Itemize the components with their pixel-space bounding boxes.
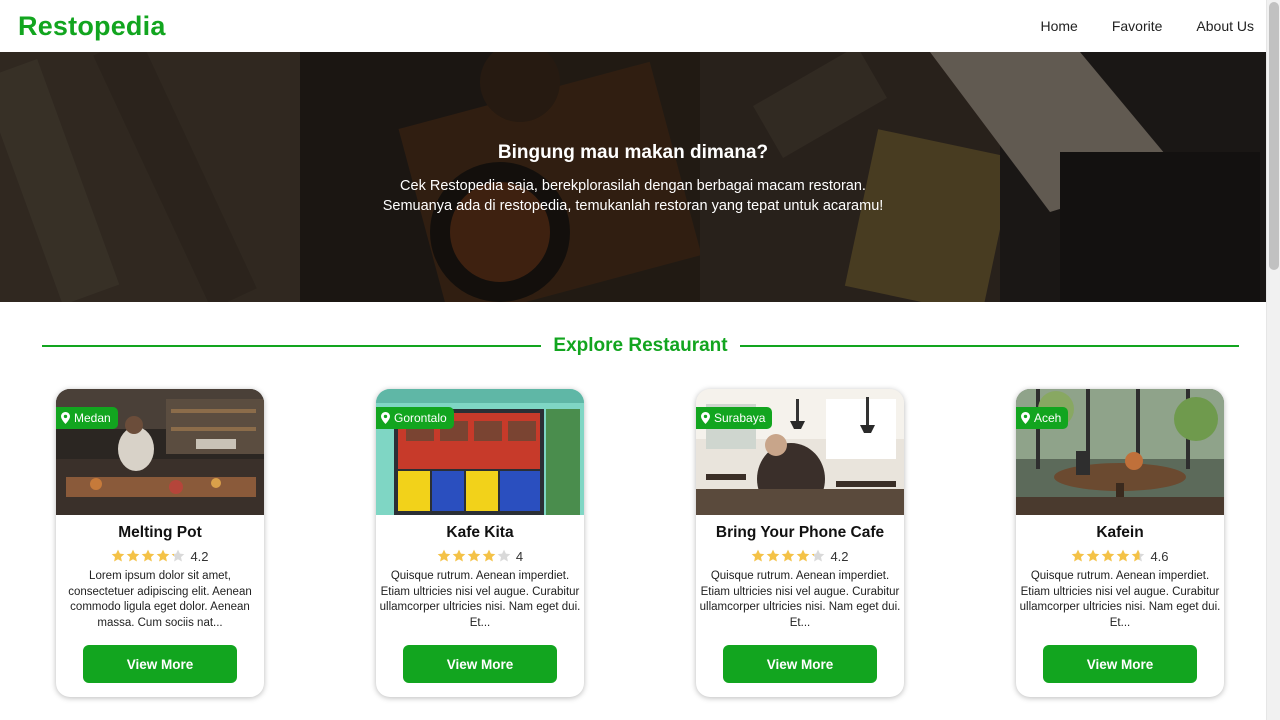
- hero-text-line-2: Semuanya ada di restopedia, temukanlah r…: [382, 198, 884, 214]
- scrollbar-thumb[interactable]: [1269, 2, 1279, 270]
- restaurant-card[interactable]: Surabaya Bring Your Phone Cafe 4.2 Quisq…: [696, 389, 904, 697]
- restaurant-description: Quisque rutrum. Aenean imperdiet. Etiam …: [1019, 570, 1221, 629]
- star-icon: [127, 549, 140, 562]
- divider-right: [739, 345, 1240, 347]
- rating-value: 4.6: [1150, 548, 1169, 564]
- brand-logo[interactable]: Restopedia: [18, 11, 166, 42]
- view-more-button[interactable]: View More: [83, 645, 237, 683]
- explore-heading: Explore Restaurant: [42, 333, 1240, 359]
- city-badge: Medan: [56, 407, 118, 429]
- nav-favorite[interactable]: Favorite: [1095, 0, 1180, 52]
- city-label: Medan: [74, 411, 111, 425]
- star-icon: [172, 549, 185, 562]
- restaurant-name: Bring Your Phone Cafe: [715, 524, 885, 541]
- hero-text-line-1: Cek Restopedia saja, berekplorasilah den…: [400, 178, 866, 194]
- rating-value: 4.2: [190, 548, 209, 564]
- star-icon: [497, 549, 511, 562]
- restaurant-name: Kafein: [1096, 524, 1144, 541]
- city-label: Aceh: [1034, 411, 1062, 425]
- city-badge: Gorontalo: [376, 407, 454, 429]
- restaurant-description: Quisque rutrum. Aenean imperdiet. Etiam …: [699, 570, 901, 629]
- page-scrollbar[interactable]: [1266, 0, 1280, 720]
- rating-value: 4: [515, 548, 524, 564]
- restaurant-image: Medan: [56, 389, 264, 515]
- section-title: Explore Restaurant: [553, 335, 728, 356]
- rating-stars: [751, 549, 825, 563]
- restaurant-card[interactable]: Medan Melting Pot 4.2 Lorem ipsum dolor …: [56, 389, 264, 697]
- star-icon: [767, 549, 780, 562]
- star-icon: [1102, 549, 1115, 562]
- star-icon: [482, 549, 496, 562]
- star-icon: [1132, 549, 1145, 562]
- star-icon: [112, 549, 125, 562]
- restaurant-name: Kafe Kita: [446, 524, 514, 541]
- city-badge: Aceh: [1016, 407, 1069, 429]
- star-icon: [467, 549, 481, 562]
- city-label: Surabaya: [714, 411, 766, 425]
- view-more-button[interactable]: View More: [403, 645, 557, 683]
- star-icon: [437, 549, 451, 562]
- city-badge: Surabaya: [696, 407, 773, 429]
- hero-content: Bingung mau makan dimana? Cek Restopedia…: [0, 142, 1266, 216]
- hero-title: Bingung mau makan dimana?: [497, 142, 769, 163]
- restaurant-rating: 4: [376, 548, 584, 564]
- divider-left: [42, 345, 542, 347]
- rating-value: 4.2: [830, 548, 849, 564]
- restaurant-rating: 4.6: [1016, 548, 1224, 564]
- restaurant-name: Melting Pot: [118, 524, 202, 541]
- rating-stars: [111, 549, 185, 563]
- star-icon: [782, 549, 795, 562]
- star-icon: [1117, 549, 1130, 562]
- star-icon: [1087, 549, 1100, 562]
- view-more-button[interactable]: View More: [723, 645, 877, 683]
- star-icon: [812, 549, 825, 562]
- restaurant-card[interactable]: Aceh Kafein 4.6 Quisque rutrum. Aenean i…: [1016, 389, 1224, 697]
- restaurant-rating: 4.2: [696, 548, 904, 564]
- city-label: Gorontalo: [394, 411, 447, 425]
- main-nav: Home Favorite About Us: [1023, 0, 1254, 52]
- restaurant-image: Gorontalo: [376, 389, 584, 515]
- hero-banner: Bingung mau makan dimana? Cek Restopedia…: [0, 52, 1266, 302]
- nav-home[interactable]: Home: [1023, 0, 1094, 52]
- map-pin-icon: [381, 412, 390, 424]
- nav-about-us[interactable]: About Us: [1179, 0, 1254, 52]
- restaurant-description: Quisque rutrum. Aenean imperdiet. Etiam …: [379, 570, 581, 629]
- star-icon: [452, 549, 466, 562]
- rating-stars: [437, 549, 511, 563]
- restaurant-description: Lorem ipsum dolor sit amet, consectetuer…: [68, 570, 252, 629]
- restaurant-image: Aceh: [1016, 389, 1224, 515]
- map-pin-icon: [701, 412, 710, 424]
- map-pin-icon: [61, 412, 70, 424]
- star-icon: [797, 549, 810, 562]
- rating-stars: [1071, 549, 1145, 563]
- star-icon: [142, 549, 155, 562]
- restaurant-rating: 4.2: [56, 548, 264, 564]
- view-more-button[interactable]: View More: [1043, 645, 1197, 683]
- map-pin-icon: [1021, 412, 1030, 424]
- star-icon: [157, 549, 170, 562]
- restaurant-card[interactable]: Gorontalo Kafe Kita 4 Quisque rutrum. Ae…: [376, 389, 584, 697]
- app-bar: Restopedia Home Favorite About Us: [0, 0, 1266, 52]
- star-icon: [752, 549, 765, 562]
- star-icon: [1072, 549, 1085, 562]
- restaurant-image: Surabaya: [696, 389, 904, 515]
